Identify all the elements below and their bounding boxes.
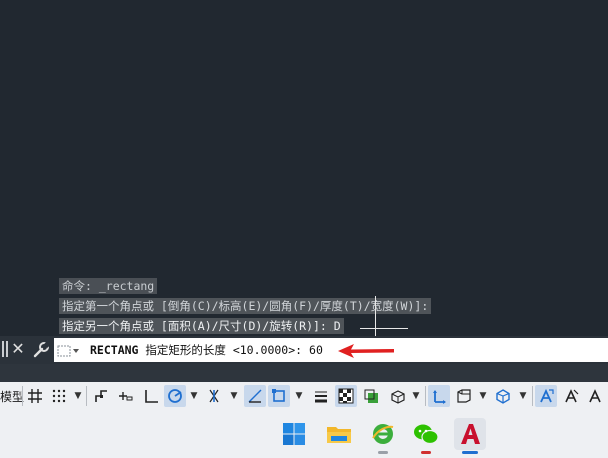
chevron-down-icon[interactable]: ▼ [411, 386, 421, 406]
selection-filter-icon[interactable] [453, 385, 475, 407]
browser-icon[interactable] [367, 418, 399, 450]
command-input[interactable]: RECTANG 指定矩形的长度 <10.0000>: 60 [54, 338, 608, 362]
lineweight-icon[interactable] [310, 385, 332, 407]
separator [22, 386, 23, 406]
chevron-down-icon[interactable]: ▼ [229, 386, 239, 406]
dynamic-ucs-icon[interactable] [428, 385, 450, 407]
model-tab[interactable]: 模型 [0, 387, 24, 407]
active-window-indicator [462, 451, 478, 454]
transparency-icon[interactable] [335, 385, 357, 407]
snap-icon[interactable] [48, 385, 70, 407]
infer-constraints-icon[interactable] [90, 385, 112, 407]
chevron-down-icon[interactable]: ▼ [189, 386, 199, 406]
separator [532, 386, 533, 406]
gizmo-icon[interactable] [492, 385, 514, 407]
wrench-icon[interactable] [31, 340, 51, 360]
drag-handle-icon[interactable] [2, 341, 8, 357]
crosshair-cursor-horizontal [360, 328, 408, 329]
ortho-icon[interactable] [140, 385, 162, 407]
wechat-icon[interactable] [410, 418, 442, 450]
object-snap-tracking-icon[interactable] [244, 385, 266, 407]
selection-cycling-icon[interactable] [361, 385, 383, 407]
annotation-visibility-icon[interactable] [535, 385, 557, 407]
close-icon[interactable]: ✕ [10, 339, 26, 359]
chevron-down-icon[interactable]: ▼ [294, 386, 304, 406]
recent-commands-icon[interactable] [57, 343, 79, 357]
file-explorer-icon[interactable] [323, 418, 355, 450]
command-history-line: 指定另一个角点或 [面积(A)/尺寸(D)/旋转(R)]: D [59, 318, 344, 334]
grid-icon[interactable] [24, 385, 46, 407]
annotation-scale-icon[interactable] [584, 385, 606, 407]
command-value: 60 [309, 343, 323, 357]
object-snap-icon[interactable] [268, 385, 290, 407]
windows-start-icon[interactable] [278, 418, 310, 450]
3d-osnap-icon[interactable] [386, 385, 408, 407]
separator [425, 386, 426, 406]
command-prompt: 指定矩形的长度 <10.0000>: [145, 343, 303, 357]
polar-tracking-icon[interactable] [164, 385, 186, 407]
red-arrow-annotation [338, 344, 394, 358]
running-indicator [378, 451, 388, 454]
running-indicator [421, 451, 431, 454]
auto-scale-icon[interactable] [560, 385, 582, 407]
chevron-down-icon[interactable]: ▼ [73, 386, 83, 406]
command-history-line: 命令: _rectang [59, 278, 158, 294]
autocad-icon[interactable] [454, 418, 486, 450]
dynamic-input-icon[interactable] [114, 385, 136, 407]
command-name: RECTANG [90, 343, 139, 357]
chevron-down-icon[interactable]: ▼ [478, 386, 488, 406]
separator [86, 386, 87, 406]
chevron-down-icon[interactable]: ▼ [518, 386, 528, 406]
arrow-shape [338, 344, 394, 358]
isodraft-icon[interactable] [203, 385, 225, 407]
crosshair-cursor-vertical [375, 296, 376, 336]
